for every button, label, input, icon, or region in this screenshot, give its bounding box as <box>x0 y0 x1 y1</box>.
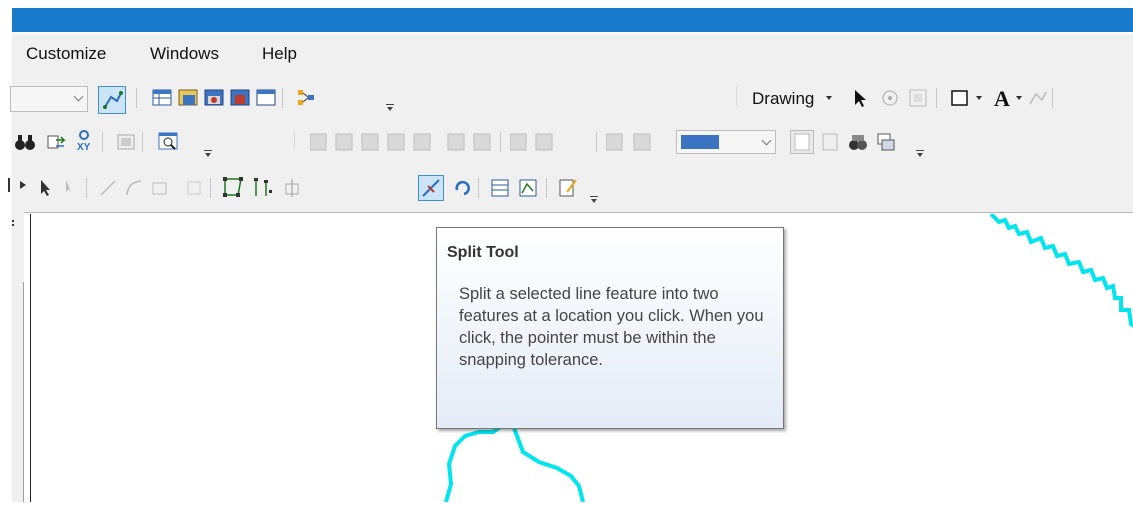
rectangle-dropdown-icon[interactable] <box>976 96 982 100</box>
xy-icon[interactable]: XY <box>74 130 94 153</box>
river-line-upper <box>989 212 1133 328</box>
editor-menu-arrow-icon[interactable] <box>20 181 26 189</box>
endpoint-arc-icon[interactable] <box>124 178 144 198</box>
toolbar-row-1: Drawing A <box>10 76 1133 120</box>
rectangle-icon[interactable] <box>950 88 970 108</box>
raster-catalog-icon[interactable] <box>876 132 896 152</box>
menu-customize[interactable]: Customize <box>26 44 106 64</box>
trace-icon[interactable] <box>150 178 170 198</box>
page-layout-icon[interactable] <box>820 132 840 152</box>
editor-options-icon[interactable] <box>558 178 578 198</box>
title-bar <box>0 0 1133 34</box>
attributes-icon[interactable] <box>490 178 510 198</box>
spatial-adjustment-icons[interactable] <box>309 132 500 152</box>
scale-combo[interactable] <box>10 86 88 112</box>
straight-segment-icon[interactable] <box>98 178 118 198</box>
split-tool-tooltip: Split Tool Split a selected line feature… <box>436 227 784 429</box>
drawing-dropdown-icon[interactable] <box>826 96 832 100</box>
sketch-properties-icon[interactable] <box>518 178 538 198</box>
menu-windows[interactable]: Windows <box>150 44 219 64</box>
rotate-element-icon[interactable] <box>880 88 900 108</box>
toolbar-overflow-icon[interactable] <box>386 104 394 113</box>
split-tool-icon[interactable] <box>418 175 444 201</box>
layer-combo[interactable] <box>676 130 776 154</box>
identify-icon[interactable] <box>116 132 136 152</box>
catalog-icon[interactable] <box>178 88 198 108</box>
text-tool-icon[interactable]: A <box>994 86 1010 112</box>
tooltip-body: Split a selected line feature into two f… <box>459 285 764 369</box>
table-of-contents-edge[interactable] <box>12 212 24 502</box>
layout-view-icon[interactable] <box>790 130 814 154</box>
zoom-window-icon[interactable] <box>158 132 178 152</box>
select-elements-icon[interactable] <box>850 88 870 108</box>
edit-pointer-icon[interactable] <box>36 178 56 198</box>
toolbar-overflow-icon[interactable] <box>204 150 212 159</box>
toolbar-overflow-icon[interactable] <box>916 150 924 159</box>
menu-help[interactable]: Help <box>262 44 297 64</box>
toolbar-row-2: XY <box>12 120 1133 164</box>
reshape-icon[interactable] <box>252 176 272 196</box>
drawing-menu[interactable]: Drawing <box>752 89 814 109</box>
title-bar-fill <box>12 8 1133 32</box>
toolbox-icon[interactable] <box>204 88 224 108</box>
cut-polygons-icon[interactable] <box>282 178 302 198</box>
go-to-xy-icon[interactable] <box>46 132 66 152</box>
edit-vertices-drawing-icon[interactable] <box>1028 88 1048 108</box>
adjust-icons[interactable] <box>509 132 560 152</box>
arcmap-red-icon[interactable] <box>230 88 250 108</box>
python-window-icon[interactable] <box>256 88 276 108</box>
zoom-to-element-icon[interactable] <box>908 88 928 108</box>
attribute-table-icon[interactable] <box>152 88 172 108</box>
rubbersheet-icons[interactable] <box>605 132 666 152</box>
edit-vertices-icon[interactable] <box>222 176 243 197</box>
rotate-tool-icon[interactable] <box>452 178 472 198</box>
georeference-icon[interactable] <box>848 132 868 152</box>
river-line-lower <box>444 416 585 503</box>
construction-tools-icon[interactable] <box>184 178 204 198</box>
editor-toolbar-icon[interactable] <box>98 86 126 114</box>
find-binoculars-icon[interactable] <box>14 132 35 152</box>
toolbar-overflow-icon[interactable] <box>590 196 598 205</box>
text-dropdown-icon[interactable] <box>1016 96 1022 100</box>
menu-bar: Customize Windows Help <box>12 34 1133 76</box>
tooltip-title: Split Tool <box>447 244 519 261</box>
svg-text:XY: XY <box>77 142 91 152</box>
edit-annotation-icon[interactable] <box>62 178 82 198</box>
toolbar-row-3 <box>8 164 1133 212</box>
model-builder-icon[interactable] <box>296 88 316 108</box>
